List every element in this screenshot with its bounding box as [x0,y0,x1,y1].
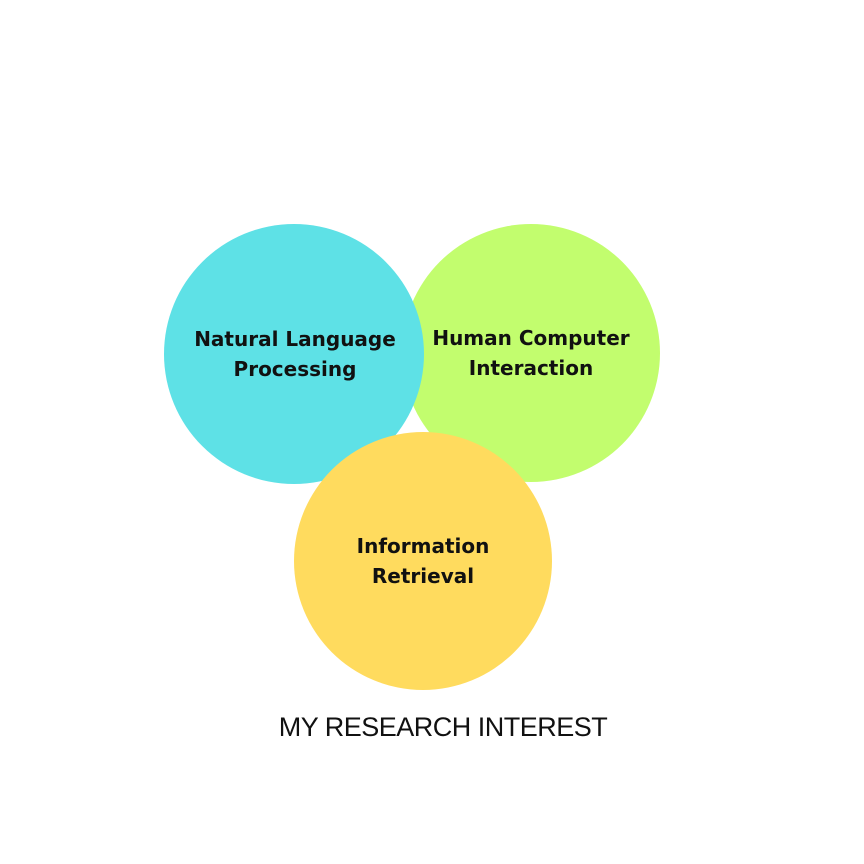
circle-label-nlp: Natural Language Processing [194,327,396,381]
circle-label-hci: Human Computer Interaction [432,326,630,380]
diagram-caption: MY RESEARCH INTEREST [278,712,608,742]
circle-label-ir: Information Retrieval [356,534,490,588]
venn-diagram-canvas: Human Computer Interaction Natural Langu… [0,0,864,864]
circle-information-retrieval: Information Retrieval [294,432,552,690]
